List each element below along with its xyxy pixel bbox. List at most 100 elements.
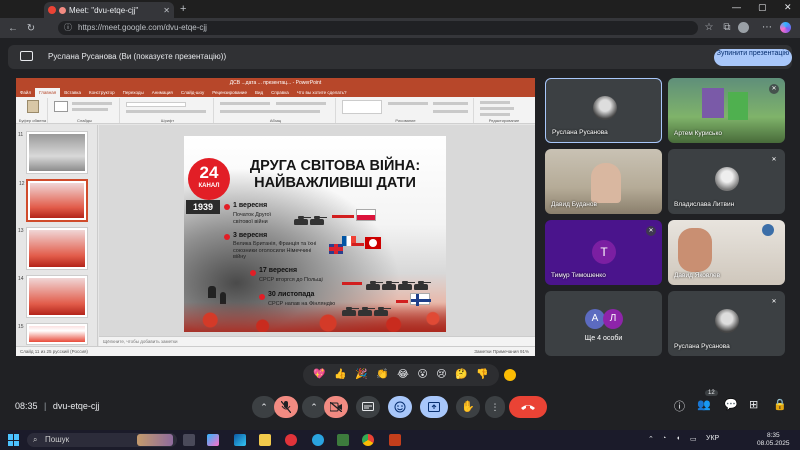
participant-tile[interactable]: Давид Яковлев [668,220,785,285]
participant-tile[interactable]: ✕ Владислава Литвин [668,149,785,214]
new-slide-icon[interactable] [54,101,68,112]
avatar [715,167,739,191]
ppt-tab[interactable]: Анимация [148,88,177,97]
site-info-icon[interactable]: ⓘ [64,21,72,35]
ppt-tab[interactable]: Файл [16,88,35,97]
new-tab-button[interactable]: + [180,3,186,15]
reaction-party[interactable]: 🎉 [355,369,367,381]
participants-overflow-tile[interactable]: А Л Ще 4 особи [545,291,662,356]
present-button[interactable] [420,396,448,418]
reaction-heart[interactable]: 💖 [313,369,325,381]
ppt-tab[interactable]: Рецензирование [208,88,251,97]
reaction-thinking[interactable]: 🤔 [455,369,467,381]
arrow-icon [342,282,362,285]
slide-thumbnail-selected[interactable]: 12 [19,179,88,222]
more-options-button[interactable]: ⋮ [485,396,505,418]
host-controls-icon[interactable]: 🔒 [773,398,787,411]
chrome-app-icon[interactable] [362,434,374,446]
emoji-skin-tone-icon[interactable] [504,369,516,381]
volume-icon[interactable]: ◖ [676,435,680,442]
reaction-laugh[interactable]: 😂 [397,369,409,381]
opera-app-icon[interactable] [285,434,297,446]
profile-avatar[interactable] [738,22,749,33]
mic-off-button[interactable] [274,396,298,418]
ribbon-group-font: Шрифт [122,98,214,123]
camera-off-button[interactable] [324,396,348,418]
taskbar-clock[interactable]: 8:35 08.05.2025 [757,432,790,448]
participant-tile[interactable]: Давид Буданов [545,149,662,214]
ppt-tab[interactable]: Вставка [60,88,85,97]
reactions-button[interactable] [388,396,412,418]
url-input[interactable]: ⓘ https://meet.google.com/dvu-etqe-cjj [58,21,698,35]
reaction-surprised[interactable]: 😮 [417,369,427,381]
raise-hand-button[interactable]: ✋ [456,396,480,418]
people-icon[interactable]: 👥 [697,398,711,411]
participant-tile[interactable]: ✕ Руслана Русанова [668,291,785,356]
participant-name: Давид Яковлев [674,272,721,279]
input-language[interactable]: УКР [706,435,719,442]
event-date: 17 вересня [259,267,298,274]
browser-tab[interactable]: Meet: "dvu-etqe-cjj" ✕ [44,2,174,18]
ppt-tab[interactable]: Справка [267,88,293,97]
ppt-tab[interactable]: Вид [251,88,267,97]
ppt-tab[interactable]: Главная [35,88,61,97]
captions-button[interactable] [356,396,380,418]
shapes-gallery[interactable] [342,100,382,114]
copilot-app-icon[interactable] [207,434,219,446]
maximize-icon[interactable]: ▢ [758,2,767,13]
taskbar-search[interactable]: ⌕ Пошук [27,433,177,447]
tanks-icon [366,277,431,290]
audio-options-button[interactable]: ⌃ [252,396,276,418]
video-feed [591,163,621,203]
chat-icon[interactable]: 💬 [724,398,738,411]
video-options-button[interactable]: ⌃ [302,396,326,418]
participant-tile[interactable]: ✕ Артем Курисько [668,78,785,143]
slide-thumbnail[interactable]: 15 [18,323,88,345]
ppt-tab[interactable]: Что вы хотите сделать? [293,88,351,97]
menu-icon[interactable]: ⋯ [758,22,776,33]
tray-chevron-icon[interactable]: ⌃ [648,435,654,443]
video-feed [678,228,712,272]
reaction-thumbs-down[interactable]: 👎 [476,369,488,381]
windows-start-icon[interactable] [8,434,20,446]
notes-pane[interactable]: Щёлкните, чтобы добавить заметки [99,336,535,346]
slide-thumbnail[interactable]: 11 [18,131,88,174]
back-icon[interactable]: ← [4,23,22,34]
network-icon[interactable]: ◔ [662,435,666,442]
ribbon-group-slides: Слайды [50,98,120,123]
edge-app-icon[interactable] [234,434,246,446]
reaction-clap[interactable]: 👏 [376,369,388,381]
app-icon[interactable] [337,434,349,446]
powerpoint-app-icon[interactable] [389,434,401,446]
paste-icon[interactable] [27,100,39,113]
battery-icon[interactable]: ▭ [690,435,697,443]
captions-icon [362,402,374,411]
avatar [715,309,739,333]
meeting-details-icon[interactable]: ⓘ [674,398,685,414]
stop-presenting-button[interactable]: Зупинити презентацію [714,49,792,66]
reaction-sad[interactable]: 😢 [436,369,446,381]
slide-thumbnail[interactable]: 14 [18,275,88,318]
file-explorer-icon[interactable] [259,434,271,446]
tab-close-icon[interactable]: ✕ [163,6,170,15]
reaction-thumbs-up[interactable]: 👍 [334,369,346,381]
ppt-tab[interactable]: Слайд-шоу [177,88,208,97]
mic-off-icon: ✕ [646,226,656,236]
reload-icon[interactable]: ↻ [22,23,40,34]
minimize-icon[interactable]: — [732,2,741,12]
ppt-tab[interactable]: Переходы [119,88,148,97]
leave-call-button[interactable] [509,396,547,418]
event-text: СРСР вторгся до Польщі [259,277,323,283]
uk-flag-icon [329,244,343,254]
activities-icon[interactable]: ⊞ [749,398,758,411]
task-view-icon[interactable] [183,434,195,446]
telegram-app-icon[interactable] [312,434,324,446]
slide-thumbnail[interactable]: 13 [18,227,88,270]
extensions-icon[interactable]: ☆ [700,22,718,33]
close-window-icon[interactable]: ✕ [784,2,792,13]
participant-tile[interactable]: Т ✕ Тимур Тимошенко [545,220,662,285]
favorites-icon[interactable]: ⧉ [718,22,736,33]
copilot-icon[interactable] [780,22,791,33]
ppt-tab[interactable]: Конструктор [85,88,119,97]
participant-tile[interactable]: Руслана Русанова [545,78,662,143]
